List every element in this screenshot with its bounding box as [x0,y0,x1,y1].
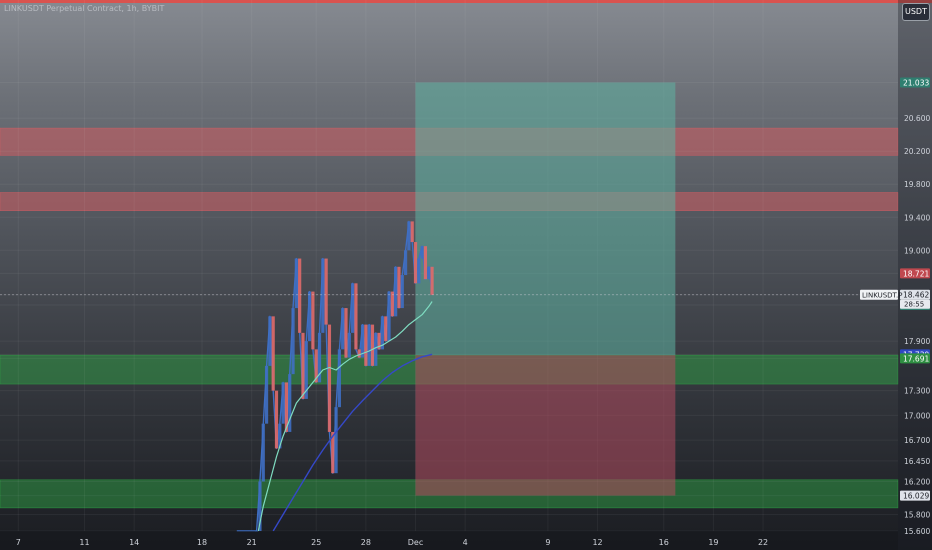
time-tick-label: 7 [16,538,21,547]
time-tick-label: 14 [129,538,139,547]
candle [390,291,394,317]
candle [397,266,401,309]
candle [354,283,358,350]
candle [261,423,265,482]
candle [403,250,408,276]
candle [420,246,424,259]
candle [274,390,279,449]
candle [384,316,388,342]
countdown-label: 28:55 [904,301,924,309]
price-tick-label: 20.200 [904,147,930,156]
price-label-target: 21.033 [903,78,929,87]
candle [417,258,421,284]
candle [410,221,414,243]
candle [400,275,404,309]
candle [334,407,338,474]
target-zone[interactable] [415,82,676,356]
price-tick-label: 16.200 [904,477,930,486]
price-tick-label: 15.800 [904,510,930,519]
price-label-red: 18.721 [903,269,929,278]
candle [344,308,348,358]
price-chart[interactable]: 21.033 20.600 20.200 19.800 19.400 19.000 18.7… [0,0,932,550]
time-tick-label: 16 [659,538,669,547]
candle [387,291,391,342]
candle [311,291,315,350]
price-tick-label: 19.800 [904,180,930,189]
stop-zone[interactable] [415,355,676,496]
price-tick-label: 19.400 [904,213,930,222]
candle [357,349,361,358]
candle [423,246,428,280]
candle [337,349,341,408]
time-tick-label: 11 [79,538,89,547]
price-tick-label: 20.600 [904,114,930,123]
candle [370,324,375,366]
candle [294,258,298,309]
price-tick-label: 16.450 [904,457,930,466]
candle [307,291,312,342]
candle [364,324,368,366]
symbol-tag: LINKUSDT.P [862,292,902,300]
candle [347,332,351,358]
time-tick-label: 25 [311,538,321,547]
chart-title: LINKUSDT Perpetual Contract, 1h, BYBIT [4,4,165,13]
price-tick-label: 17.000 [904,411,930,420]
candle [327,324,332,432]
candle [301,332,305,399]
price-tick-label: 17.900 [904,337,930,346]
candle [413,242,418,284]
candle [271,316,275,391]
candle [291,308,295,375]
candle [264,365,269,424]
time-tick-label: 21 [247,538,257,547]
time-tick-label: 4 [463,538,468,547]
time-tick-label: Dec [408,538,423,547]
price-tick-label: 19.000 [904,246,930,255]
time-tick-label: 12 [592,538,602,547]
price-label-stop: 16.029 [903,492,929,501]
price-label-current: 18.462 [903,291,929,300]
price-tick-label: 15.600 [904,527,930,536]
candle [281,382,285,424]
currency-button[interactable]: USDT [902,3,930,21]
time-tick-label: 19 [708,538,718,547]
time-tick-label: 18 [197,538,207,547]
candle [374,332,378,366]
candle [407,221,411,251]
candle [427,266,431,280]
time-tick-label: 22 [758,538,768,547]
candle [321,258,325,333]
candle [324,258,328,325]
candle [394,266,398,317]
candle [341,308,345,350]
time-tick-label: 28 [361,538,371,547]
time-tick-label: 9 [545,538,550,547]
price-tick-label: 17.300 [904,387,930,396]
price-tick-label: 16.700 [904,436,930,445]
candle [351,283,355,333]
candle [298,258,302,333]
candle [268,316,272,366]
candle [430,266,434,295]
candle [367,324,371,366]
price-label-green: 17.691 [903,354,929,363]
